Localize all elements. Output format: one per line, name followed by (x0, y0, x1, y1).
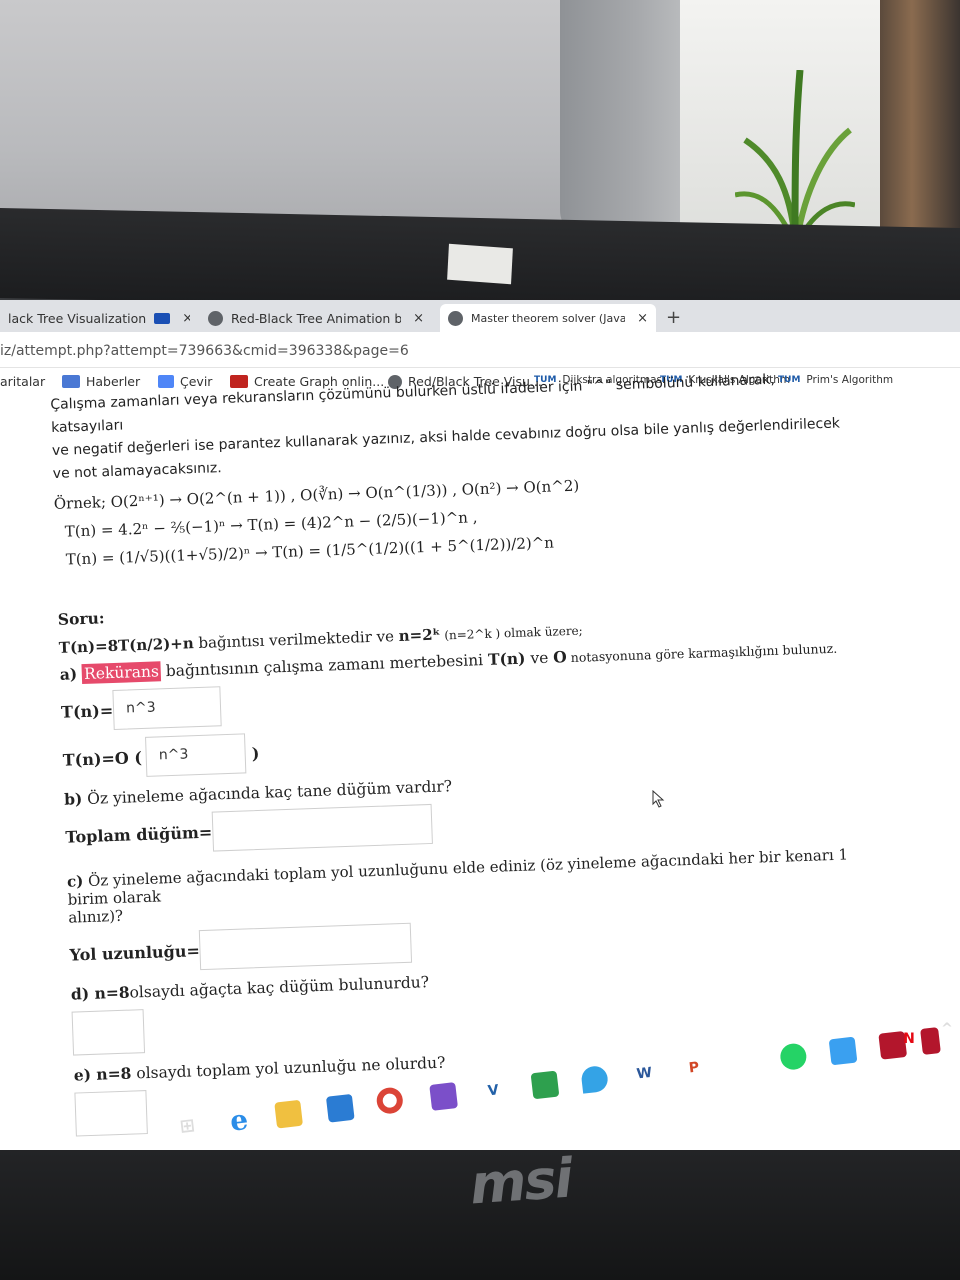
bookmark-label: Çevir (180, 374, 213, 389)
tab-black-tree-visualization[interactable]: lack Tree Visualization × (0, 304, 190, 332)
webcam-cover-tape (447, 243, 513, 285)
tab-label: lack Tree Visualization (8, 310, 147, 326)
statement-text: bağıntısı verilmektedir ve (193, 626, 400, 653)
tn-symbol: T(n) (487, 648, 526, 669)
bookmark-aritalar[interactable]: aritalar (0, 374, 45, 389)
question-text: Öz yineleme ağacında kaç tane düğüm vard… (82, 777, 453, 809)
statement-text: olmak üzere; (503, 623, 583, 641)
chrome-icon[interactable] (375, 1086, 405, 1115)
tab-label: Master theorem solver (JavaScrip (471, 311, 626, 325)
bookmark-haberler[interactable]: Haberler (62, 374, 140, 389)
globe-icon (208, 310, 223, 326)
itunes-icon[interactable] (729, 1047, 759, 1077)
highlighted-word: Rekürans (81, 661, 162, 685)
part-label: b) (63, 789, 83, 809)
url-text: iz/attempt.php?attempt=739663&cmid=39633… (0, 343, 409, 359)
field-label: Toplam düğüm= (65, 822, 213, 847)
background-plant (735, 70, 855, 240)
question-text: notasyonuna göre karmaşıklığını bulunuz. (566, 640, 838, 666)
news-icon (62, 375, 80, 388)
powerpoint-icon[interactable]: P (679, 1053, 709, 1083)
tab-red-black-tree-animation[interactable]: Red-Black Tree Animation by Y. D × (200, 304, 432, 332)
part-label: c) (66, 872, 84, 891)
close-icon[interactable]: × (413, 311, 424, 326)
globe-icon (448, 310, 463, 326)
d-answer-input[interactable] (71, 1009, 146, 1056)
part-label: e) n=8 (73, 1063, 132, 1085)
word-icon[interactable]: W (629, 1059, 659, 1089)
close-icon[interactable]: × (182, 311, 190, 326)
netflix-icon[interactable]: N (896, 1026, 922, 1052)
on-answer-input[interactable]: n^3 (145, 733, 247, 777)
tray-chevron-icon[interactable]: ^ (934, 1016, 960, 1042)
task-view-icon[interactable]: ⊞ (173, 1111, 202, 1140)
bookmark-cevir[interactable]: Çevir (158, 374, 212, 389)
tn-answer-input[interactable]: n^3 (112, 686, 222, 730)
background-shelf (880, 0, 960, 240)
mouse-cursor-icon (652, 790, 665, 808)
snip-icon[interactable] (530, 1070, 560, 1100)
n-definition-alt: (n=2^k ) (440, 626, 505, 643)
address-bar[interactable]: iz/attempt.php?attempt=739663&cmid=39633… (0, 332, 960, 368)
paint-icon[interactable] (580, 1064, 610, 1094)
tn-label: T(n)= (60, 700, 114, 722)
toplam-dugum-input[interactable] (211, 803, 433, 852)
part-label: a) (59, 664, 78, 684)
instagram-icon[interactable] (828, 1036, 858, 1066)
recurrence: T(n)=8T(n/2)+n (58, 634, 195, 657)
question-text: bağıntısının çalışma zamanı mertebesini (160, 650, 489, 681)
o-symbol: O (552, 647, 568, 667)
visual-studio-icon[interactable] (429, 1082, 459, 1111)
background-chair (560, 0, 690, 240)
e-answer-input[interactable] (74, 1090, 148, 1137)
tab-strip: lack Tree Visualization × Red-Black Tree… (0, 300, 960, 332)
whatsapp-icon[interactable] (778, 1042, 808, 1072)
new-tab-button[interactable]: + (666, 307, 681, 328)
vs-code-icon[interactable]: V (478, 1076, 508, 1106)
yol-uzunlugu-input[interactable] (199, 922, 413, 971)
graph-icon (230, 375, 248, 388)
on-label: T(n)=O ( (62, 747, 143, 770)
tab-master-theorem-solver[interactable]: Master theorem solver (JavaScrip × (440, 304, 656, 332)
tab-label: Red-Black Tree Animation by Y. D (231, 310, 402, 326)
part-label: d) n=8 (70, 982, 130, 1004)
bookmark-label: Haberler (86, 374, 141, 389)
bookmark-label: aritalar (0, 374, 46, 389)
laptop-brand-logo: msi (467, 1146, 573, 1217)
mail-icon[interactable] (325, 1093, 355, 1123)
close-icon[interactable]: × (637, 311, 648, 326)
edge-icon[interactable]: e (225, 1102, 254, 1137)
field-label: Yol uzunluğu= (69, 940, 201, 965)
file-explorer-icon[interactable] (274, 1099, 304, 1129)
on-close-paren: ) (251, 743, 260, 763)
n-definition: n=2ᵏ (398, 625, 441, 645)
question-text: ve (525, 648, 554, 668)
page-icon (154, 312, 171, 324)
translate-icon (158, 375, 174, 388)
